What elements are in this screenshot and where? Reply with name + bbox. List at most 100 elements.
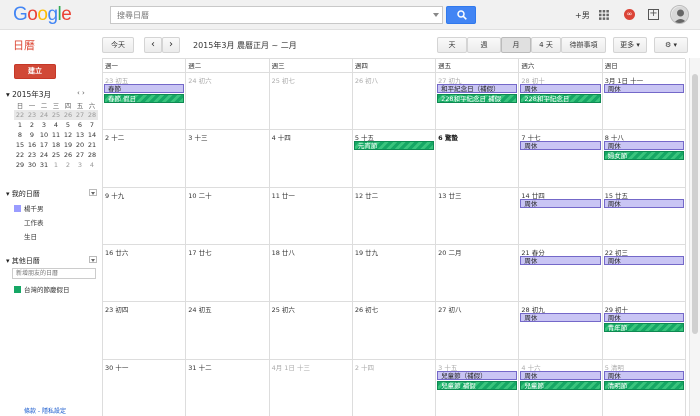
mini-day[interactable]: 3 [74, 160, 86, 170]
mini-day[interactable]: 2 [62, 160, 74, 170]
holiday-youth-day[interactable]: 青年節 [603, 323, 684, 333]
my-calendars-title[interactable]: ▾ 我的日曆 [6, 189, 40, 199]
mini-day[interactable]: 14 [86, 130, 98, 140]
day-number-label[interactable]: 11 廿一 [272, 190, 295, 200]
event-weekend-off[interactable]: 周休 [520, 141, 601, 151]
mini-day[interactable]: 27 [74, 150, 86, 160]
user-name-link[interactable]: +男 [575, 10, 590, 21]
event-childrens-day-makeup[interactable]: 兒童節（補假） [437, 370, 518, 380]
mini-day[interactable]: 25 [50, 110, 62, 120]
event-weekend-off[interactable]: 周休 [520, 84, 601, 93]
my-calendars-menu-icon[interactable] [89, 189, 97, 196]
mini-day[interactable]: 19 [62, 140, 74, 150]
event-peace-memorial-makeup[interactable]: 和平紀念日（補假） [437, 84, 518, 93]
mini-day[interactable]: 9 [26, 130, 38, 140]
mini-day[interactable]: 23 [26, 110, 38, 120]
day-cell[interactable]: 11 廿一 [270, 187, 353, 244]
day-number-label[interactable]: 24 初六 [188, 75, 211, 85]
day-number-label[interactable]: 2 十二 [105, 132, 124, 142]
day-cell[interactable]: 21 春分 [519, 245, 603, 302]
notifications-icon[interactable]: ∞ [624, 9, 635, 20]
holiday-qingming[interactable]: 清明節 [603, 380, 684, 390]
day-cell[interactable]: 3 十三 [186, 130, 270, 187]
footer-links[interactable]: 條款 - 隱私設定 [24, 406, 66, 415]
mini-day[interactable]: 12 [62, 130, 74, 140]
scrollbar[interactable] [689, 58, 700, 416]
day-cell[interactable]: 25 初七 [270, 73, 353, 130]
mini-day[interactable]: 27 [74, 110, 86, 120]
mini-day[interactable]: 21 [86, 140, 98, 150]
event-weekend-off[interactable]: 周休 [520, 198, 601, 208]
day-cell[interactable]: 18 廿八 [270, 245, 353, 302]
mini-day[interactable]: 6 [74, 120, 86, 130]
mini-day[interactable]: 22 [14, 150, 26, 160]
view-4days-button[interactable]: 4 天 [531, 37, 561, 53]
event-weekend-off[interactable]: 周休 [520, 370, 601, 380]
today-button[interactable]: 今天 [102, 37, 134, 53]
scrollbar-thumb[interactable] [692, 74, 698, 334]
view-agenda-button[interactable]: 待辦事項 [561, 37, 606, 53]
calendar-item-tasks[interactable]: 工作表 [14, 217, 44, 227]
day-cell[interactable]: 19 廿九 [353, 245, 437, 302]
mini-day[interactable]: 15 [14, 140, 26, 150]
share-plus-icon[interactable]: + [648, 9, 659, 20]
mini-day[interactable]: 20 [74, 140, 86, 150]
day-number-label[interactable]: 25 初七 [272, 75, 295, 85]
holiday-peace-memorial-makeup[interactable]: 228和平紀念日 補假 [437, 94, 518, 103]
day-cell[interactable]: 2 十二 [103, 130, 187, 187]
view-week-button[interactable]: 週 [467, 37, 501, 53]
mini-day[interactable]: 17 [38, 140, 50, 150]
holiday-peace-memorial[interactable]: 228和平紀念日 [520, 94, 601, 103]
event-weekend-off[interactable]: 周休 [603, 84, 684, 93]
event-weekend-off[interactable]: 周休 [520, 313, 601, 323]
mini-day[interactable]: 7 [86, 120, 98, 130]
mini-day[interactable]: 16 [26, 140, 38, 150]
view-day-button[interactable]: 天 [437, 37, 467, 53]
day-cell[interactable]: 13 廿三 [436, 187, 520, 244]
day-cell[interactable]: 6 驚蟄 [436, 130, 520, 187]
mini-day[interactable]: 11 [50, 130, 62, 140]
mini-day[interactable]: 5 [62, 120, 74, 130]
mini-day[interactable]: 25 [50, 150, 62, 160]
calendar-item-personal[interactable]: 楊千男 [14, 203, 44, 213]
mini-calendar-title[interactable]: ▾ 2015年3月 [6, 89, 51, 100]
day-number-label[interactable]: 4 十四 [272, 132, 291, 142]
day-number-label[interactable]: 26 初八 [355, 75, 378, 85]
holiday-womens-day[interactable]: 婦女節 [603, 151, 684, 161]
day-number-label[interactable]: 4月 1日 十三 [272, 362, 310, 372]
event-weekend-off[interactable]: 周休 [603, 313, 684, 323]
mini-day[interactable]: 24 [38, 150, 50, 160]
day-cell[interactable]: 28 初九 [519, 302, 603, 359]
day-number-label[interactable]: 12 廿二 [355, 190, 378, 200]
day-number-label[interactable]: 20 二月 [438, 247, 461, 257]
settings-gear-icon[interactable]: ⚙ ▾ [654, 37, 688, 53]
apps-grid-icon[interactable] [599, 10, 609, 20]
mini-day[interactable]: 31 [38, 160, 50, 170]
search-input[interactable] [111, 7, 421, 23]
event-weekend-off[interactable]: 周休 [603, 256, 684, 265]
day-number-label[interactable]: 30 十一 [105, 362, 128, 372]
day-cell[interactable]: 3月 1日 十一 [603, 73, 686, 130]
app-title[interactable]: 日曆 [13, 37, 35, 53]
holiday-lantern-festival[interactable]: 元宵節 [353, 141, 435, 151]
mini-day[interactable]: 18 [50, 140, 62, 150]
event-spring-festival[interactable]: 春節 [104, 84, 185, 93]
other-calendars-title[interactable]: ▾ 其他日曆 [6, 256, 40, 266]
mini-day[interactable]: 1 [14, 120, 26, 130]
mini-day[interactable]: 28 [86, 110, 98, 120]
next-period-button[interactable]: › [162, 37, 180, 53]
mini-day[interactable]: 4 [86, 160, 98, 170]
mini-calendar-nav[interactable]: ‹ › [77, 89, 85, 97]
holiday-childrens-day-makeup[interactable]: 兒童節 補假 [437, 380, 518, 390]
event-weekend-off[interactable]: 周休 [603, 370, 684, 380]
other-calendars-menu-icon[interactable] [89, 256, 97, 263]
day-cell[interactable]: 15 廿五 [603, 187, 686, 244]
mini-day[interactable]: 24 [38, 110, 50, 120]
avatar[interactable] [670, 5, 689, 24]
mini-day[interactable]: 2 [26, 120, 38, 130]
day-number-label[interactable]: 10 二十 [188, 190, 211, 200]
day-number-label[interactable]: 3 十三 [188, 132, 207, 142]
mini-day[interactable]: 26 [62, 110, 74, 120]
day-cell[interactable]: 23 初四 [103, 302, 187, 359]
day-number-label[interactable]: 16 廿六 [105, 247, 128, 257]
